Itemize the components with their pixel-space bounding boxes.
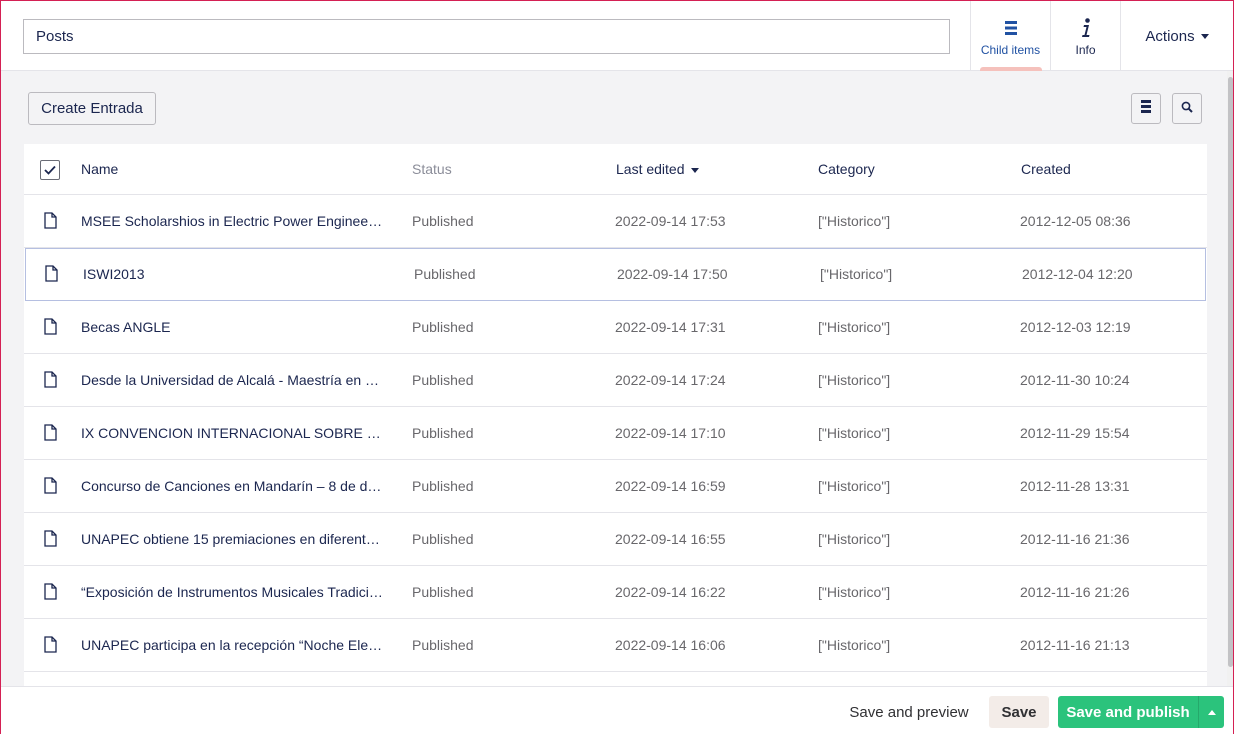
- document-icon: [44, 530, 57, 550]
- row-name[interactable]: MSEE Scholarshios in Electric Power Engi…: [81, 213, 383, 229]
- search-button[interactable]: [1172, 93, 1202, 124]
- sort-descending-icon: [690, 167, 699, 173]
- row-last-edited: 2022-09-14 17:53: [615, 213, 726, 229]
- document-icon: [45, 265, 58, 285]
- row-last-edited: 2022-09-14 17:10: [615, 425, 726, 441]
- table-row[interactable]: UNAPEC obtiene 15 premiaciones en difere…: [24, 513, 1207, 566]
- row-status: Published: [412, 425, 474, 441]
- caret-down-icon: [1200, 33, 1209, 39]
- row-name[interactable]: Concurso de Canciones en Mandarín – 8 de…: [81, 478, 383, 494]
- row-status: Published: [412, 213, 474, 229]
- row-category: ["Historico"]: [818, 531, 891, 547]
- list-view-icon: [1141, 99, 1151, 118]
- content-name-input[interactable]: [23, 19, 950, 54]
- row-status: Published: [412, 319, 474, 335]
- row-created: 2012-11-16 21:26: [1020, 584, 1130, 600]
- create-entrada-button[interactable]: Create Entrada: [28, 92, 156, 125]
- column-header-name[interactable]: Name: [81, 161, 118, 177]
- column-header-last-edited-label: Last edited: [616, 161, 685, 177]
- row-created: 2012-11-29 15:54: [1020, 425, 1130, 441]
- checkmark-icon: [44, 162, 56, 178]
- document-icon: [44, 477, 57, 497]
- row-category: ["Historico"]: [818, 478, 891, 494]
- column-header-created[interactable]: Created: [1021, 161, 1071, 177]
- row-status: Published: [412, 637, 474, 653]
- list-icon: [1004, 17, 1018, 39]
- row-category: ["Historico"]: [818, 584, 891, 600]
- table-row[interactable]: ISWI2013 Published 2022-09-14 17:50 ["Histo…: [25, 248, 1206, 301]
- table-row[interactable]: “Exposición de Instrumentos Musicales Tr…: [24, 566, 1207, 619]
- row-last-edited: 2022-09-14 16:22: [615, 584, 726, 600]
- row-created: 2012-11-16 21:13: [1020, 637, 1130, 653]
- save-button[interactable]: Save: [989, 696, 1049, 728]
- list-view-table: Name Status Last edited Category Created…: [24, 144, 1207, 686]
- row-name[interactable]: Desde la Universidad de Alcalá - Maestrí…: [81, 372, 383, 388]
- row-category: ["Historico"]: [818, 372, 891, 388]
- document-icon: [44, 212, 57, 232]
- document-icon: [44, 318, 57, 338]
- document-icon: [44, 583, 57, 603]
- table-row[interactable]: MSEE Scholarshios in Electric Power Engi…: [24, 195, 1207, 248]
- info-icon: [1080, 17, 1092, 39]
- row-category: ["Historico"]: [818, 637, 891, 653]
- row-last-edited: 2022-09-14 16:59: [615, 478, 726, 494]
- actions-menu-button[interactable]: Actions: [1120, 1, 1233, 71]
- column-header-category[interactable]: Category: [818, 161, 875, 177]
- table-row[interactable]: IX CONVENCION INTERNACIONAL SOBRE … Publi…: [24, 407, 1207, 460]
- app-child-items[interactable]: Child items: [970, 1, 1050, 71]
- row-category: ["Historico"]: [818, 425, 891, 441]
- publish-options-button[interactable]: [1198, 696, 1224, 728]
- scrollbar-thumb[interactable]: [1228, 77, 1233, 667]
- row-last-edited: 2022-09-14 17:24: [615, 372, 726, 388]
- document-icon: [44, 424, 57, 444]
- caret-up-icon: [1207, 709, 1216, 715]
- row-status: Published: [412, 584, 474, 600]
- document-icon: [44, 636, 57, 656]
- app-child-items-label: Child items: [980, 43, 1041, 57]
- row-category: ["Historico"]: [820, 266, 893, 282]
- row-name[interactable]: “Exposición de Instrumentos Musicales Tr…: [81, 584, 383, 600]
- column-header-last-edited[interactable]: Last edited: [616, 161, 699, 177]
- row-created: 2012-11-16 21:36: [1020, 531, 1130, 547]
- search-icon: [1181, 100, 1193, 118]
- editor-header: Child items Info Actions: [1, 1, 1233, 71]
- table-row[interactable]: Becas ANGLE Published 2022-09-14 17:31 ["Hi…: [24, 301, 1207, 354]
- table-row[interactable]: UNAPEC participa en la recepción “Noche …: [24, 619, 1207, 672]
- row-created: 2012-11-30 10:24: [1020, 372, 1130, 388]
- actions-label: Actions: [1145, 27, 1195, 45]
- row-created: 2012-12-03 12:19: [1020, 319, 1131, 335]
- select-all-checkbox[interactable]: [40, 160, 60, 180]
- row-name[interactable]: Becas ANGLE: [81, 319, 383, 335]
- row-created: 2012-12-04 12:20: [1022, 266, 1133, 282]
- document-icon: [44, 371, 57, 391]
- table-row[interactable]: Desde la Universidad de Alcalá - Maestrí…: [24, 354, 1207, 407]
- row-last-edited: 2022-09-14 17:50: [617, 266, 728, 282]
- save-and-preview-button[interactable]: Save and preview: [839, 696, 979, 728]
- column-header-status: Status: [412, 161, 452, 177]
- row-name[interactable]: IX CONVENCION INTERNACIONAL SOBRE …: [81, 425, 383, 441]
- row-last-edited: 2022-09-14 16:06: [615, 637, 726, 653]
- row-created: 2012-12-05 08:36: [1020, 213, 1131, 229]
- row-status: Published: [412, 531, 474, 547]
- table-header: Name Status Last edited Category Created: [24, 144, 1207, 195]
- table-row[interactable]: Concurso de Canciones en Mandarín – 8 de…: [24, 460, 1207, 513]
- editor-footer: Save and preview Save Save and publish: [1, 686, 1233, 734]
- save-and-publish-button[interactable]: Save and publish: [1058, 696, 1198, 728]
- row-status: Published: [412, 478, 474, 494]
- row-name[interactable]: ISWI2013: [83, 266, 385, 282]
- row-created: 2012-11-28 13:31: [1020, 478, 1130, 494]
- row-last-edited: 2022-09-14 16:55: [615, 531, 726, 547]
- row-name[interactable]: UNAPEC obtiene 15 premiaciones en difere…: [81, 531, 383, 547]
- row-category: ["Historico"]: [818, 319, 891, 335]
- app-info[interactable]: Info: [1050, 1, 1120, 71]
- row-category: ["Historico"]: [818, 213, 891, 229]
- app-info-label: Info: [1075, 43, 1096, 57]
- list-view-button[interactable]: [1131, 93, 1161, 124]
- row-last-edited: 2022-09-14 17:31: [615, 319, 726, 335]
- row-status: Published: [414, 266, 476, 282]
- active-app-indicator: [980, 67, 1042, 71]
- row-status: Published: [412, 372, 474, 388]
- row-name[interactable]: UNAPEC participa en la recepción “Noche …: [81, 637, 383, 653]
